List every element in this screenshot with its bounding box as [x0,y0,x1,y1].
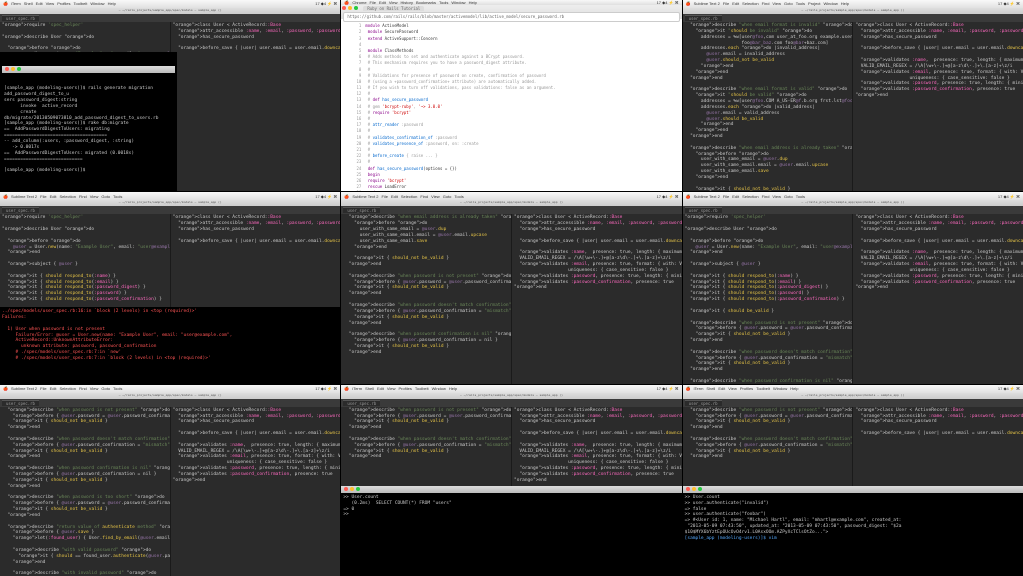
tile-1-3: 🍎Sublime Text 2FileEditSelectionFindView… [683,0,1023,191]
tile-1-1: 🍎iTermShellEditViewProfilesToolbeltWindo… [0,0,340,191]
tile-3-3: 🍎iTermShellEditViewProfilesToolbeltWindo… [683,385,1023,576]
menubar-sublime[interactable]: 🍎Sublime Text 2FileEditSelectionFindView… [683,192,1023,200]
code-spec[interactable]: "orange">require 'spec_helper' "orange">… [685,215,851,383]
terminal-titlebar [341,486,681,493]
tab-spec[interactable]: user_spec.rb [343,400,380,406]
menubar-iterm[interactable]: 🍎iTermShellEditViewProfilesToolbeltWindo… [683,385,1023,393]
code-spec[interactable]: "orange">require 'spec_helper' "orange">… [2,215,168,307]
menubar-sublime[interactable]: 🍎Sublime Text 2FileEditSelectionFindView… [0,192,340,200]
tab-spec[interactable]: user_spec.rb [343,207,380,213]
code-spec[interactable]: "orange">describe "when email address is… [343,215,509,355]
tab-spec[interactable]: user_spec.rb [2,400,39,406]
tab-spec[interactable]: user_spec.rb [685,15,722,21]
terminal-rspec[interactable]: ../spec/models/user_spec.rb:16:in `block… [0,307,340,384]
terminal-overlay[interactable]: [sample_app (modeling-users)]$ rails gen… [0,52,177,191]
menubar-iterm[interactable]: 🍎iTermShellEditViewProfilesToolbeltWindo… [341,385,681,393]
tile-2-2: 🍎Sublime Text 2FileEditSelectionFindView… [341,192,681,383]
tile-2-3: 🍎Sublime Text 2FileEditSelectionFindView… [683,192,1023,383]
browser-window: Ruby on Rails Tutorial https://github.co… [341,5,681,191]
code-spec-auth[interactable]: "orange">describe "when password is not … [2,408,168,576]
code-model[interactable]: "orange">class User < ActiveRecord::Base… [173,408,339,484]
code-model[interactable]: "orange">class User < ActiveRecord::Base… [173,215,339,244]
tile-3-1: 🍎Sublime Text 2FileEditSelectionFindView… [0,385,340,576]
terminal-console[interactable]: >> User.count >> user.authenticate("inva… [683,493,1023,576]
menubar-iterm[interactable]: 🍎iTermShellEditViewProfilesToolbeltWindo… [0,0,340,8]
browser-tab[interactable]: Ruby on Rails Tutorial [363,6,424,11]
code-model[interactable]: "orange">class User < ActiveRecord::Base… [855,215,1021,291]
code-model[interactable]: "orange">class User < ActiveRecord::Base… [514,408,680,484]
code-model[interactable]: "orange">class User < ActiveRecord::Base… [173,23,339,52]
tile-1-2: 🍎ChromeFileEditViewHistoryBookmarksTools… [341,0,681,191]
github-source[interactable]: 1module ActiveModel2 module SecurePasswo… [341,19,681,191]
tile-2-1: 🍎Sublime Text 2FileEditSelectionFindView… [0,192,340,383]
code-model[interactable]: "orange">class User < ActiveRecord::Base… [855,408,1021,437]
terminal-console[interactable]: >> User.count (0.2ms) SELECT COUNT(*) FR… [341,493,681,576]
code-spec[interactable]: "orange">describe "when password is not … [685,408,851,461]
code-model[interactable]: "orange">class User < ActiveRecord::Base… [855,23,1021,99]
tab-spec[interactable]: user_spec.rb [685,207,722,213]
menubar-sublime[interactable]: 🍎Sublime Text 2FileEditSelectionFindView… [683,0,1023,8]
menubar-sublime[interactable]: 🍎Sublime Text 2FileEditSelectionFindView… [341,192,681,200]
code-spec[interactable]: "orange">describe "when password is not … [343,408,509,461]
code-spec-emails[interactable]: "orange">describe "when email format is … [685,23,851,191]
menubar-sublime[interactable]: 🍎Sublime Text 2FileEditSelectionFindView… [0,385,340,393]
tile-3-2: 🍎iTermShellEditViewProfilesToolbeltWindo… [341,385,681,576]
code-model[interactable]: "orange">class User < ActiveRecord::Base… [514,215,680,291]
terminal-titlebar [683,486,1023,493]
tab-spec[interactable]: user_spec.rb [2,207,39,213]
tab-spec[interactable]: user_spec.rb [685,400,722,406]
tab-spec[interactable]: user_spec.rb [2,15,39,21]
